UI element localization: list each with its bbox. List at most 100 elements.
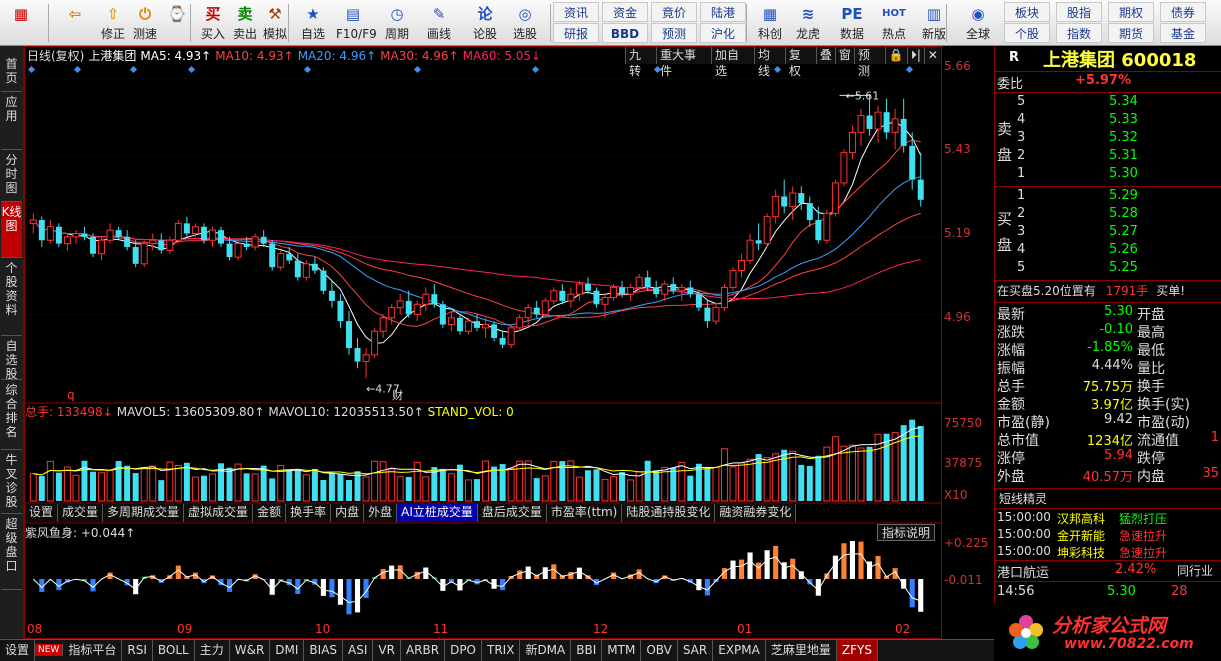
toolbar-text-button2[interactable]: 指数 — [1056, 23, 1102, 43]
chart-button-9[interactable]: ⏵| — [906, 47, 924, 64]
indicator-tab-0[interactable]: 设置 — [25, 504, 59, 522]
toolbar-button-13[interactable]: ◎ 选股 — [508, 2, 542, 44]
sector-link[interactable]: 同行业 — [1177, 562, 1213, 579]
toolbar-button2-3[interactable]: HOT 热点 — [876, 2, 912, 44]
sell-price[interactable]: 5.32 — [1109, 130, 1138, 145]
buy-price[interactable]: 5.29 — [1109, 188, 1138, 203]
toolbar-button-12[interactable]: 论论股 — [468, 2, 502, 44]
bottom-tab-19[interactable]: EXPMA — [713, 640, 766, 661]
bottom-tab-11[interactable]: ARBR — [401, 640, 446, 661]
toolbar-text-button[interactable]: 预测 — [651, 23, 697, 43]
chart-button-3[interactable]: 均线 — [753, 47, 785, 78]
bottom-tab-5[interactable]: 主力 — [195, 640, 230, 661]
toolbar-text-button2[interactable]: 期货 — [1108, 23, 1154, 43]
indicator-tab-7[interactable]: 外盘 — [364, 504, 398, 522]
bottom-tab-1[interactable]: NEW — [35, 644, 64, 656]
event-diamond-icon[interactable] — [129, 65, 138, 74]
indicator-help-button[interactable]: 指标说明 — [877, 524, 936, 541]
buy-price[interactable]: 5.25 — [1109, 260, 1138, 275]
toolbar-text-button2[interactable]: 债券 — [1160, 2, 1206, 22]
bottom-tab-17[interactable]: OBV — [641, 640, 678, 661]
bottom-tab-18[interactable]: SAR — [678, 640, 714, 661]
toolbar-button-11[interactable]: ✎ 画线 — [422, 2, 456, 44]
elf-stock[interactable]: 坤彩科技 — [1057, 544, 1105, 561]
event-diamond-icon[interactable] — [303, 65, 312, 74]
event-diamond-icon[interactable] — [905, 65, 914, 74]
sell-price[interactable]: 5.30 — [1109, 166, 1138, 181]
toolbar-button2-4[interactable]: ▥ 新版 — [916, 2, 952, 44]
indicator-tab-5[interactable]: 换手率 — [286, 504, 332, 522]
buy-price[interactable]: 5.26 — [1109, 242, 1138, 257]
kline-chart-panel[interactable]: ←5.61 ←4.77 q 财 08 09 10 11 12 01 02 日线(复权) 上港集团 MA5… — [24, 46, 942, 639]
toolbar-button-3[interactable]: ⏻ 测速 — [128, 2, 162, 44]
indicator-tab-1[interactable]: 成交量 — [58, 504, 104, 522]
toolbar-button-10[interactable]: ◷ 周期 — [380, 2, 414, 44]
toolbar-button-7[interactable]: ⚒ 模拟 — [258, 2, 292, 44]
left-tab-1[interactable]: 应用 — [1, 92, 22, 150]
toolbar-button2-0[interactable]: ▦ 科创 — [752, 2, 788, 44]
chart-button-1[interactable]: 重大事件 — [655, 47, 711, 78]
indicator-tab-12[interactable]: 融资融券变化 — [715, 504, 797, 522]
indicator-tab-3[interactable]: 虚拟成交量 — [184, 504, 254, 522]
bottom-tab-20[interactable]: 芝麻里地量 — [766, 640, 837, 661]
toolbar-text-button2[interactable]: 期权 — [1108, 2, 1154, 22]
event-diamond-icon[interactable] — [413, 65, 422, 74]
toolbar-text-button[interactable]: 沪化 — [700, 23, 746, 43]
toolbar-text-button[interactable]: 研报 — [553, 23, 599, 43]
bottom-tab-15[interactable]: BBI — [571, 640, 603, 661]
toolbar-text-button2[interactable]: 股指 — [1056, 2, 1102, 22]
indicator-tab-6[interactable]: 内盘 — [331, 504, 365, 522]
toolbar-text-button[interactable]: 陆港 — [700, 2, 746, 22]
toolbar-button-0[interactable]: ▦ — [4, 2, 38, 44]
event-diamond-icon[interactable] — [531, 65, 540, 74]
bottom-tab-2[interactable]: 指标平台 — [63, 640, 123, 661]
toolbar-button-8[interactable]: ★ 自选 — [296, 2, 330, 44]
indicator-tab-8[interactable]: AI立桩成交量 — [397, 504, 478, 522]
bottom-tab-16[interactable]: MTM — [602, 640, 642, 661]
toolbar-text-button2[interactable]: 基金 — [1160, 23, 1206, 43]
toolbar-button2-5[interactable]: ◉ 全球 — [960, 2, 996, 44]
toolbar-text-button[interactable]: 资讯 — [553, 2, 599, 22]
chart-button-4[interactable]: 复权 — [784, 47, 816, 78]
bottom-tab-14[interactable]: 新DMA — [520, 640, 572, 661]
bottom-tab-6[interactable]: W&R — [230, 640, 271, 661]
left-tab-0[interactable]: 首页 — [1, 54, 22, 92]
left-tab-7[interactable]: 牛叉诊股 — [1, 450, 22, 514]
bottom-tab-8[interactable]: BIAS — [304, 640, 344, 661]
bottom-tab-4[interactable]: BOLL — [153, 640, 195, 661]
toolbar-text-button2[interactable]: 个股 — [1004, 23, 1050, 43]
sell-price[interactable]: 5.34 — [1109, 94, 1138, 109]
toolbar-text-button[interactable]: BBD — [602, 23, 648, 43]
sector-name[interactable]: 港口航运 — [997, 562, 1049, 581]
chart-button-8[interactable]: 🔒 — [884, 47, 907, 64]
left-tab-4[interactable]: 个股资料 — [1, 258, 22, 336]
event-diamond-icon[interactable] — [773, 65, 782, 74]
indicator-tab-2[interactable]: 多周期成交量 — [103, 504, 185, 522]
chart-button-0[interactable]: 九转 — [625, 47, 656, 78]
chart-button-6[interactable]: 窗 — [834, 47, 854, 64]
toolbar-button2-2[interactable]: PE 数据 — [834, 2, 870, 44]
elves-title[interactable]: 短线精灵 — [999, 490, 1047, 507]
indicator-tab-11[interactable]: 陆股通持股变化 — [622, 504, 716, 522]
bottom-tab-0[interactable]: 设置 — [0, 640, 36, 661]
toolbar-button-5[interactable]: 买买入 — [196, 2, 230, 44]
indicator-tab-10[interactable]: 市盈率(ttm) — [547, 504, 623, 522]
sell-price[interactable]: 5.33 — [1109, 112, 1138, 127]
chart-button-5[interactable]: 叠 — [815, 47, 835, 64]
toolbar-button-2[interactable]: ⇧ 修正 — [96, 2, 130, 44]
toolbar-text-button2[interactable]: 板块 — [1004, 2, 1050, 22]
indicator-tab-4[interactable]: 金额 — [253, 504, 287, 522]
left-tab-5[interactable]: 自选股 — [1, 336, 22, 381]
bottom-tab-9[interactable]: ASI — [343, 640, 374, 661]
toolbar-text-button[interactable]: 资金 — [602, 2, 648, 22]
chart-button-10[interactable]: ✕ — [923, 47, 941, 64]
event-diamond-icon[interactable] — [187, 65, 196, 74]
bottom-tab-7[interactable]: DMI — [270, 640, 305, 661]
bottom-tab-21[interactable]: ZFYS — [836, 640, 878, 661]
chart-canvas[interactable]: ←5.61←4.77q 财08 09 10 11 12 01 02 — [25, 47, 941, 638]
toolbar-button-1[interactable]: ⇦ — [58, 2, 92, 44]
toolbar-button-9[interactable]: ▤ F10/F9 — [336, 2, 377, 44]
chart-button-2[interactable]: 加自选 — [710, 47, 754, 78]
toolbar-button-4[interactable]: ⌚ — [160, 2, 194, 44]
elf-stock[interactable]: 金开新能 — [1057, 527, 1105, 544]
